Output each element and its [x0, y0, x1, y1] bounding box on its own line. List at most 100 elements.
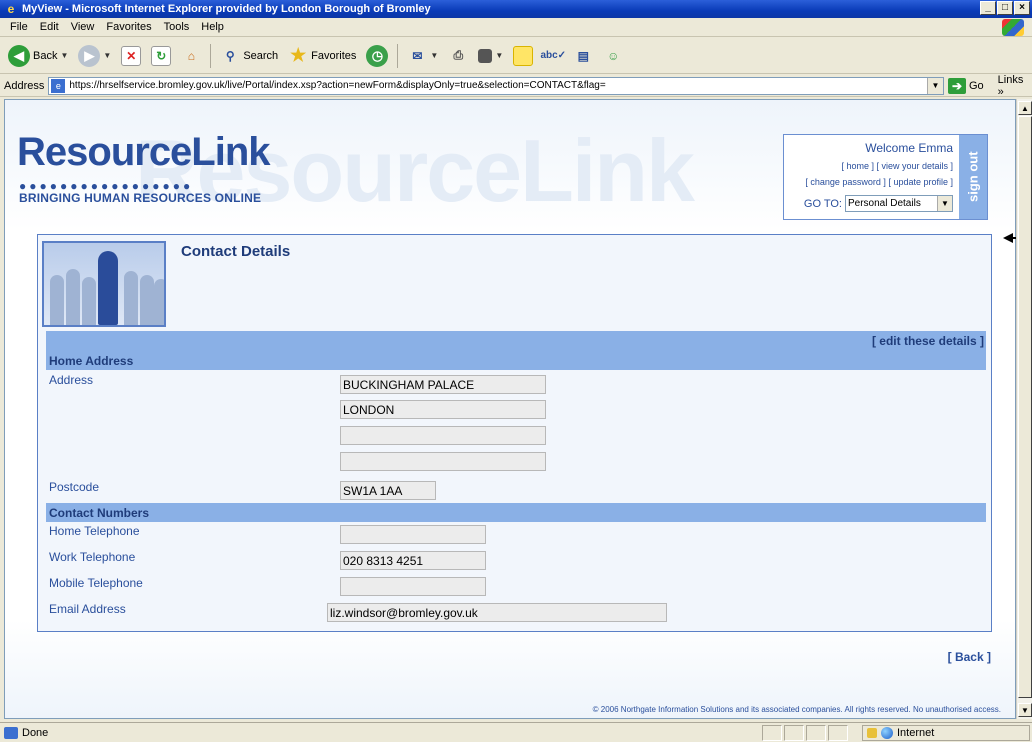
- menu-tools[interactable]: Tools: [158, 21, 196, 33]
- home-telephone-value: [340, 525, 486, 544]
- edit-button[interactable]: ▼: [474, 41, 507, 71]
- chevron-down-icon[interactable]: ▼: [926, 77, 943, 94]
- back-label: Back: [33, 49, 58, 62]
- links-button[interactable]: Links »: [998, 74, 1032, 98]
- refresh-button[interactable]: ↻: [147, 41, 175, 71]
- page-title: Contact Details: [181, 243, 291, 260]
- page-icon: e: [51, 78, 66, 93]
- favorites-button[interactable]: ★ Favorites: [284, 41, 360, 71]
- figure-silhouette: [140, 275, 154, 325]
- goto-select[interactable]: Personal Details ▼: [845, 195, 953, 212]
- status-cell: [784, 725, 804, 741]
- edit-icon: [478, 48, 493, 63]
- chevron-down-icon[interactable]: ▼: [60, 51, 68, 60]
- sign-out-button[interactable]: sign out: [959, 135, 987, 219]
- address-label: Address: [49, 373, 94, 387]
- scroll-thumb[interactable]: [1018, 116, 1032, 698]
- people-banner-image: [42, 241, 166, 327]
- welcome-text: Welcome Emma: [865, 141, 953, 155]
- window-title: MyView - Microsoft Internet Explorer pro…: [22, 3, 431, 15]
- window-controls: _ □ ×: [980, 1, 1030, 15]
- refresh-icon: ↻: [151, 45, 172, 66]
- zone-label: Internet: [897, 727, 935, 739]
- spellcheck-icon: abc✓: [540, 50, 567, 61]
- figure-main-silhouette: [98, 251, 118, 325]
- menu-help[interactable]: Help: [195, 21, 230, 33]
- status-cell: [806, 725, 826, 741]
- messenger-icon: ☺: [607, 48, 620, 63]
- menu-favorites[interactable]: Favorites: [100, 21, 157, 33]
- home-link[interactable]: [ home ]: [841, 161, 874, 171]
- mail-button[interactable]: ✉ ▼: [403, 41, 442, 71]
- lock-icon: [867, 728, 877, 738]
- chevron-down-icon[interactable]: ▼: [103, 51, 111, 60]
- resourcelink-logo: ResourceLink: [17, 130, 271, 174]
- figure-silhouette: [50, 275, 64, 325]
- contact-details-panel: Contact Details [ edit these details ] H…: [37, 234, 992, 632]
- minimize-button[interactable]: _: [980, 1, 996, 15]
- edit-bar: [ edit these details ]: [46, 331, 986, 351]
- figure-silhouette: [124, 271, 138, 325]
- forward-button[interactable]: ▶ ▼: [74, 41, 115, 71]
- search-button[interactable]: ⚲ Search: [216, 41, 282, 71]
- update-profile-link[interactable]: [ update profile ]: [888, 177, 953, 187]
- page-done-icon: [4, 726, 18, 739]
- work-telephone-label: Work Telephone: [49, 550, 136, 564]
- status-cell: [762, 725, 782, 741]
- favorites-label: Favorites: [311, 49, 357, 62]
- history-button[interactable]: ◷: [362, 41, 392, 71]
- chevron-down-icon[interactable]: ▼: [937, 196, 952, 211]
- status-cells: [762, 725, 848, 741]
- scroll-up-icon[interactable]: ▲: [1018, 101, 1032, 115]
- messenger-button[interactable]: ☺: [599, 41, 627, 71]
- change-password-link[interactable]: [ change password ]: [805, 177, 886, 187]
- home-icon: ⌂: [187, 48, 195, 63]
- address-line-1: BUCKINGHAM PALACE: [340, 375, 546, 394]
- address-line-4: [340, 452, 546, 471]
- menu-file[interactable]: File: [4, 21, 34, 33]
- home-button[interactable]: ⌂: [177, 41, 205, 71]
- go-button[interactable]: ➔ Go: [947, 77, 984, 94]
- status-cell: [828, 725, 848, 741]
- toolbar-separator: [210, 43, 212, 68]
- back-arrow-icon: ◀: [8, 44, 30, 67]
- back-button[interactable]: ◀ Back ▼: [4, 41, 72, 71]
- postcode-label: Postcode: [49, 480, 100, 494]
- user-panel: Welcome Emma [ home ] [ view your detail…: [783, 134, 988, 220]
- globe-icon: [881, 727, 893, 739]
- research-button[interactable]: ▤: [569, 41, 597, 71]
- menu-view[interactable]: View: [65, 21, 101, 33]
- security-zone: Internet: [862, 725, 1030, 741]
- back-link[interactable]: [ Back ]: [948, 650, 991, 664]
- stop-button[interactable]: ✕: [117, 41, 145, 71]
- history-icon: ◷: [366, 44, 389, 67]
- email-address-label: Email Address: [49, 602, 126, 616]
- chevron-down-icon[interactable]: ▼: [495, 51, 503, 60]
- maximize-button[interactable]: □: [997, 1, 1013, 15]
- address-input[interactable]: e https://hrselfservice.bromley.gov.uk/l…: [48, 76, 944, 95]
- work-telephone-value: 020 8313 4251: [340, 551, 486, 570]
- spellcheck-button[interactable]: abc✓: [539, 41, 567, 71]
- goto-label: GO TO:: [803, 197, 842, 210]
- menu-bar: File Edit View Favorites Tools Help: [0, 18, 1032, 37]
- home-telephone-label: Home Telephone: [49, 524, 140, 538]
- star-icon: ★: [290, 45, 307, 65]
- chevron-down-icon[interactable]: ▼: [430, 51, 438, 60]
- menu-edit[interactable]: Edit: [34, 21, 65, 33]
- search-icon: ⚲: [225, 48, 235, 63]
- notes-button[interactable]: [509, 41, 537, 71]
- print-button[interactable]: ⎙: [444, 41, 472, 71]
- user-links-row-1: [ home ] [ view your details ]: [841, 161, 953, 171]
- close-button[interactable]: ×: [1014, 1, 1030, 15]
- address-url: https://hrselfservice.bromley.gov.uk/liv…: [69, 80, 606, 91]
- scroll-down-icon[interactable]: ▼: [1018, 703, 1032, 717]
- view-details-link[interactable]: [ view your details ]: [876, 161, 953, 171]
- edit-details-link[interactable]: [ edit these details ]: [872, 334, 984, 348]
- vertical-scrollbar[interactable]: ▲ ▼: [1016, 99, 1032, 719]
- mobile-telephone-value: [340, 577, 486, 596]
- go-arrow-icon: ➔: [947, 77, 966, 94]
- window-title-bar: e MyView - Microsoft Internet Explorer p…: [0, 0, 1032, 18]
- toolbar-separator: [397, 43, 399, 68]
- logo-tagline: BRINGING HUMAN RESOURCES ONLINE: [19, 191, 262, 205]
- home-address-heading: Home Address: [46, 351, 986, 370]
